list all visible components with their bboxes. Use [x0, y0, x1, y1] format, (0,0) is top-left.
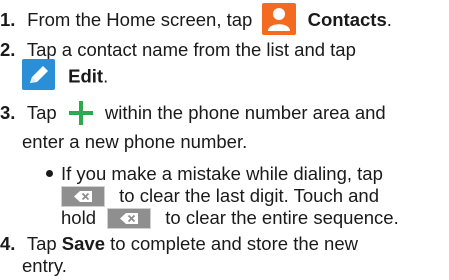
step-suffix: . [103, 65, 109, 87]
step-text: Tap a contact name from the list and tap [26, 39, 356, 60]
plus-icon [68, 100, 94, 126]
bullet-dot [46, 169, 53, 177]
backspace-icon [107, 207, 152, 229]
bullet-text: to clear the entire sequence. [165, 207, 399, 228]
contacts-label: Contacts [307, 8, 387, 30]
bullet-item-line-1: If you make a mistake while dialing, tap [46, 163, 383, 185]
step-2: 2. Tap a contact name from the list and … [0, 39, 356, 61]
step-text-after-label: to complete and store the new [110, 233, 358, 254]
bullet-text: to clear the last digit. Touch and [119, 185, 379, 206]
contacts-person-icon [262, 3, 297, 35]
step-number: 2. [0, 39, 16, 60]
bullet-item-line-3: hold to clear the entire sequence. [61, 207, 399, 230]
step-number: 4. [0, 233, 16, 254]
step-text: Tap [26, 233, 57, 254]
step-text: Tap [26, 101, 57, 123]
save-label: Save [61, 233, 105, 254]
backspace-icon [61, 185, 105, 207]
step-4-line-2: entry. [22, 255, 67, 277]
step-suffix: . [386, 8, 392, 30]
bullet-text: hold [61, 207, 96, 228]
step-text: entry. [22, 255, 67, 276]
step-1: 1. From the Home screen, tap Contacts. [0, 3, 392, 37]
step-2-line-2: Edit. [22, 59, 109, 93]
step-4: 4. Tap Save to complete and store the ne… [0, 233, 358, 255]
step-text: From the Home screen, tap [27, 8, 253, 30]
bullet-item-line-2: to clear the last digit. Touch and [61, 185, 379, 208]
step-3-line-2: enter a new phone number. [22, 131, 247, 153]
step-3: 3. Tap within the phone number area and [0, 101, 386, 127]
step-number: 3. [0, 101, 16, 123]
edit-pencil-icon [22, 59, 55, 90]
step-number: 1. [0, 8, 16, 30]
instructions-document: 1. From the Home screen, tap Contacts. 2… [0, 0, 449, 280]
step-text: enter a new phone number. [22, 131, 248, 152]
edit-label: Edit [68, 65, 104, 87]
bullet-text: If you make a mistake while dialing, tap [61, 163, 383, 184]
step-text-after-icon: within the phone number area and [104, 101, 386, 123]
